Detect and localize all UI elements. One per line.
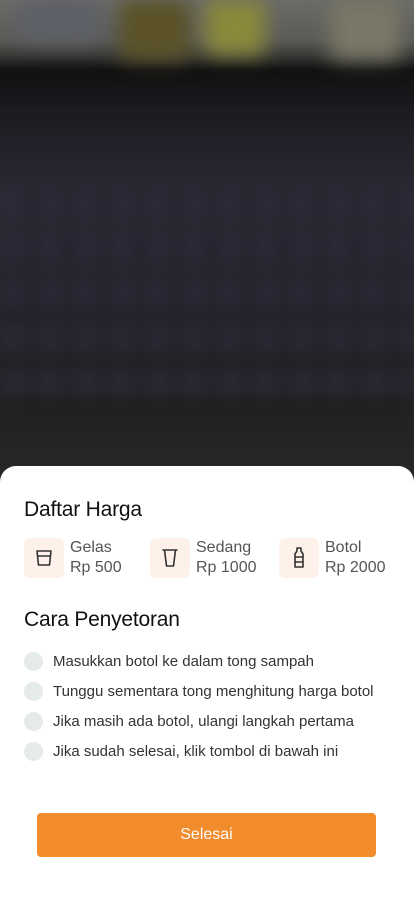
price-item-name: Gelas	[70, 539, 112, 556]
instruction-list: Masukkan botol ke dalam tong sampah Tung…	[24, 646, 404, 766]
list-item: Tunggu sementara tong menghitung harga b…	[24, 676, 404, 706]
price-list-title: Daftar Harga	[24, 498, 142, 521]
price-item-sedang: Sedang Rp 1000	[150, 536, 257, 580]
price-list: Gelas Rp 500 Sedang Rp 1000 Botol Rp 200…	[24, 536, 394, 580]
step-text: Tunggu sementara tong menghitung harga b…	[53, 682, 374, 700]
price-item-value: Rp 500	[70, 559, 122, 576]
price-item-gelas: Gelas Rp 500	[24, 536, 122, 580]
price-item-value: Rp 2000	[325, 559, 386, 576]
blurred-object	[20, 0, 100, 40]
bullet-dot	[24, 741, 43, 761]
bullet-dot	[24, 681, 43, 701]
list-item: Masukkan botol ke dalam tong sampah	[24, 646, 404, 676]
step-text: Jika masih ada botol, ulangi langkah per…	[53, 712, 355, 730]
bottle-icon	[279, 538, 319, 578]
blurred-object	[330, 0, 400, 60]
price-item-name: Sedang	[196, 539, 252, 556]
glass-icon	[24, 538, 64, 578]
step-text: Jika sudah selesai, klik tombol di bawah…	[53, 742, 339, 760]
bullet-dot	[24, 651, 43, 671]
blurred-object	[205, 0, 265, 55]
blurred-object	[120, 0, 190, 60]
step-text: Masukkan botol ke dalam tong sampah	[53, 652, 314, 670]
instructions-title: Cara Penyetoran	[24, 608, 180, 631]
price-item-botol: Botol Rp 2000	[279, 536, 386, 580]
price-item-name: Botol	[325, 539, 362, 556]
cup-icon	[150, 538, 190, 578]
finish-button[interactable]: Selesai	[37, 813, 376, 857]
bottom-sheet: Daftar Harga Gelas Rp 500 Sedang Rp 1000	[0, 466, 414, 897]
list-item: Jika sudah selesai, klik tombol di bawah…	[24, 736, 404, 766]
list-item: Jika masih ada botol, ulangi langkah per…	[24, 706, 404, 736]
camera-preview-background	[0, 0, 414, 500]
price-item-value: Rp 1000	[196, 559, 257, 576]
bullet-dot	[24, 711, 43, 731]
